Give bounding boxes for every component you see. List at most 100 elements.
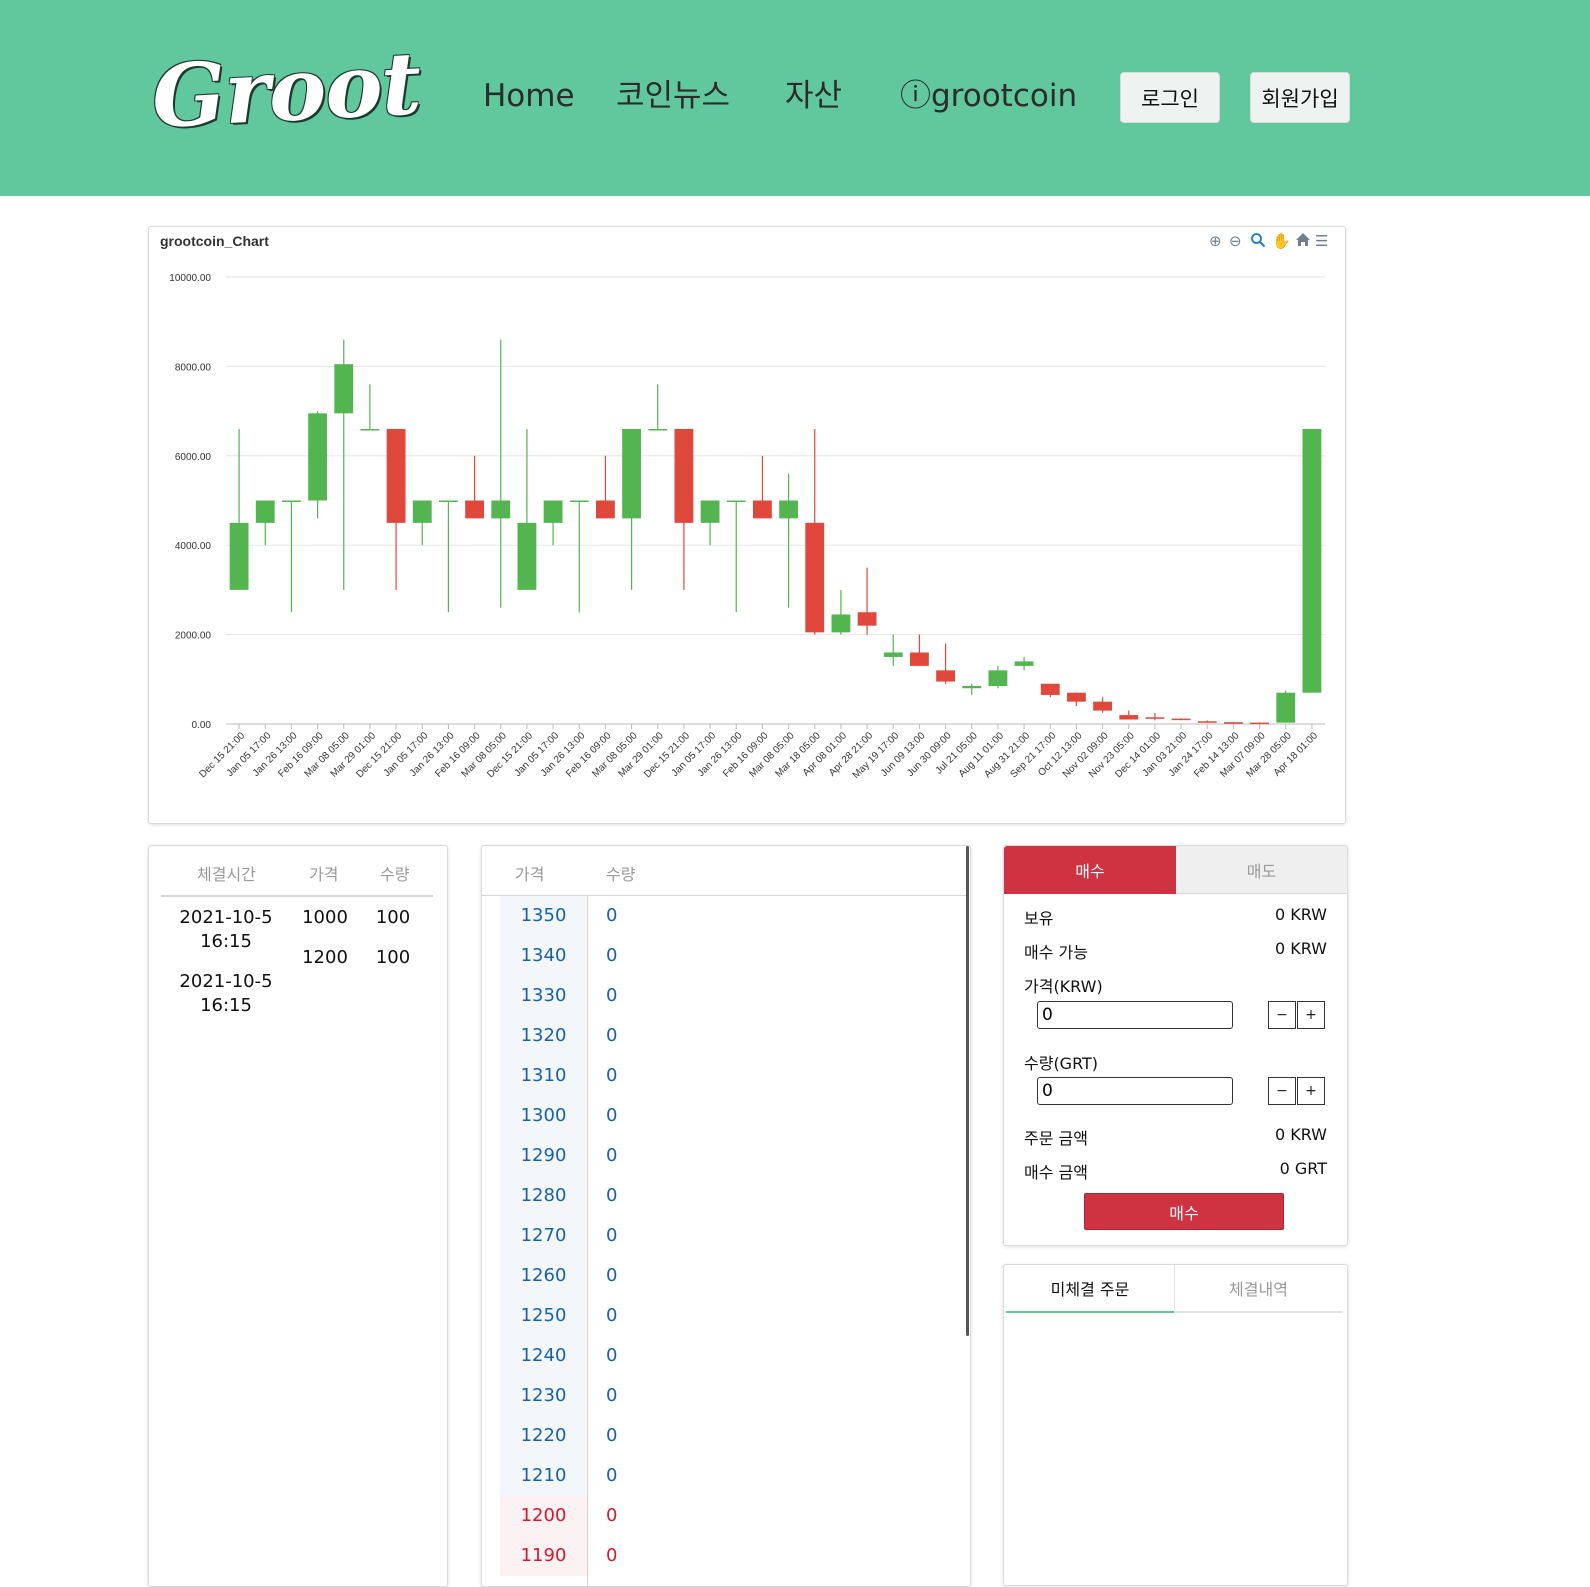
candle-body[interactable] (1066, 692, 1086, 702)
orderbook-rows: 1350 0 1340 0 1330 0 1320 0 1310 0 1300 0 1290 0 1280 0… (482, 896, 962, 1586)
candlestick-chart[interactable]: 0.00 2000.00 4000.00 6000.00 8000.00 10000.00… (149, 227, 1345, 823)
candle-body[interactable] (936, 670, 956, 682)
candle-body[interactable] (308, 413, 328, 501)
bid-quantity: 0 (606, 1505, 618, 1526)
candle-body[interactable] (962, 686, 982, 689)
ask-price[interactable]: 1320 (500, 1016, 587, 1056)
nav-assets[interactable]: 자산 (785, 74, 842, 118)
ask-price[interactable]: 1310 (500, 1056, 587, 1096)
ask-price[interactable]: 1250 (500, 1296, 587, 1336)
candle-body[interactable] (360, 428, 380, 431)
buy-submit-button[interactable]: 매수 (1084, 1193, 1284, 1230)
candle-body[interactable] (857, 612, 877, 626)
ask-price[interactable]: 1330 (500, 976, 587, 1016)
ask-price[interactable]: 1290 (500, 1136, 587, 1176)
tab-filled-orders[interactable]: 체결내역 (1174, 1265, 1342, 1313)
candle-body[interactable] (1119, 715, 1139, 720)
candle-body[interactable] (1223, 722, 1243, 724)
y-tick-label: 6000.00 (175, 452, 212, 463)
qty-plus-button[interactable]: + (1297, 1077, 1325, 1105)
candle-body[interactable] (1040, 683, 1060, 695)
qty-minus-button[interactable]: − (1268, 1077, 1296, 1105)
ask-price[interactable]: 1270 (500, 1216, 587, 1256)
candle-body[interactable] (988, 670, 1008, 687)
bid-quantity: 0 (606, 1545, 618, 1566)
candle-body[interactable] (752, 500, 772, 519)
ask-price[interactable]: 1300 (500, 1096, 587, 1136)
tab-open-orders[interactable]: 미체결 주문 (1006, 1265, 1174, 1313)
candle-body[interactable] (1276, 692, 1296, 723)
orderbook-scrollbar[interactable] (966, 846, 969, 1336)
candle-body[interactable] (595, 500, 615, 519)
candle-body[interactable] (1145, 717, 1165, 719)
ask-price[interactable]: 1220 (500, 1416, 587, 1456)
candle-body[interactable] (255, 500, 275, 523)
ask-price[interactable]: 1230 (500, 1376, 587, 1416)
price-minus-button[interactable]: − (1268, 1001, 1296, 1029)
candle-body[interactable] (1014, 661, 1034, 666)
signup-button[interactable]: 회원가입 (1250, 72, 1350, 123)
ask-price[interactable]: 1240 (500, 1336, 587, 1376)
nav-coin-news[interactable]: 코인뉴스 (616, 74, 730, 118)
ask-quantity: 0 (606, 1265, 618, 1286)
candle-body[interactable] (386, 428, 406, 523)
bid-price[interactable]: 1200 (500, 1496, 587, 1536)
candle-body[interactable] (674, 428, 694, 523)
candle-body[interactable] (1093, 701, 1113, 711)
tab-buy[interactable]: 매수 (1004, 846, 1176, 894)
y-tick-label: 8000.00 (175, 362, 212, 373)
trade-row-1-date: 2021-10-5 (179, 907, 273, 928)
trade-row-2-date: 2021-10-5 (179, 971, 273, 992)
ask-price[interactable]: 1260 (500, 1256, 587, 1296)
candle-body[interactable] (1250, 722, 1270, 725)
ask-price[interactable]: 1350 (500, 896, 587, 936)
candle-body[interactable] (517, 522, 537, 590)
candle-body[interactable] (805, 522, 825, 633)
ask-price[interactable]: 1210 (500, 1456, 587, 1496)
ask-price[interactable]: 1280 (500, 1176, 587, 1216)
price-input[interactable] (1037, 1001, 1233, 1029)
qty-input[interactable] (1037, 1077, 1233, 1105)
candle-body[interactable] (1171, 718, 1191, 721)
order-form-panel: 매수 매도 보유 0 KRW 매수 가능 0 KRW 가격(KRW) − + 수… (1003, 845, 1348, 1246)
candle-body[interactable] (229, 522, 249, 590)
trade-price-header: 가격 (309, 865, 339, 884)
candle-body[interactable] (622, 428, 642, 519)
nav-home[interactable]: Home (483, 74, 575, 118)
candle-body[interactable] (648, 428, 668, 431)
trade-row-2-price: 1200 (302, 947, 348, 968)
candle-body[interactable] (779, 500, 799, 519)
candle-body[interactable] (831, 614, 851, 633)
candle-body[interactable] (438, 500, 458, 503)
ask-quantity: 0 (606, 1145, 618, 1166)
available-value: 0 KRW (1274, 939, 1327, 958)
candle-body[interactable] (883, 652, 903, 657)
tab-sell[interactable]: 매도 (1176, 846, 1347, 894)
candle-body[interactable] (700, 500, 720, 523)
trade-row-1-clock: 16:15 (200, 931, 252, 952)
candle-body[interactable] (543, 500, 563, 523)
available-label: 매수 가능 (1024, 943, 1088, 962)
ask-quantity: 0 (606, 945, 618, 966)
candle-body[interactable] (1302, 428, 1322, 693)
buy-amount-label: 매수 금액 (1024, 1163, 1088, 1182)
trade-time-header: 체결시간 (197, 865, 256, 884)
candle-body[interactable] (569, 500, 589, 503)
bid-price[interactable]: 1190 (500, 1536, 587, 1576)
candle-body[interactable] (334, 364, 354, 414)
candle-body[interactable] (1197, 721, 1217, 723)
candle-body[interactable] (281, 500, 301, 503)
nav-grootcoin[interactable]: ⓘgrootcoin (900, 74, 1077, 118)
ask-quantity: 0 (606, 1105, 618, 1126)
candle-body[interactable] (491, 500, 511, 519)
candle-body[interactable] (412, 500, 432, 523)
login-button[interactable]: 로그인 (1120, 72, 1220, 123)
trade-row-1-time: 2021-10-5 16:15 (169, 906, 283, 954)
candle-body[interactable] (909, 652, 929, 666)
groot-logo[interactable]: Groot (150, 33, 423, 148)
ask-price[interactable]: 1340 (500, 936, 587, 976)
candle-body[interactable] (465, 500, 485, 519)
price-plus-button[interactable]: + (1297, 1001, 1325, 1029)
chart-panel: grootcoin_Chart ⊕ ⊖ ✋ ☰ 0.00 2000.00 4000.… (148, 226, 1346, 824)
candle-body[interactable] (726, 500, 746, 503)
